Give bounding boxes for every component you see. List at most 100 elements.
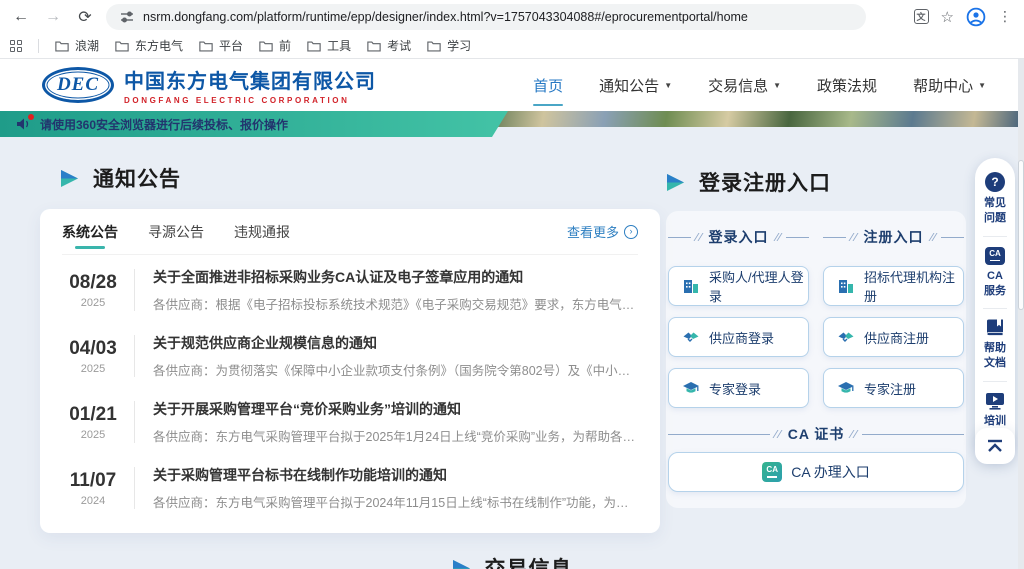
announcement-ticker: 请使用360安全浏览器进行后续投标、报价操作 bbox=[0, 111, 508, 137]
bookmark-folder[interactable]: 前 bbox=[259, 37, 291, 54]
section-arrow-icon bbox=[666, 173, 685, 192]
button-label: 专家注册 bbox=[864, 379, 916, 398]
supplier-login-button[interactable]: 供应商登录 bbox=[668, 317, 809, 357]
ca-apply-button[interactable]: CA CA 办理入口 bbox=[668, 452, 964, 492]
ca-card-icon: CA bbox=[762, 462, 782, 482]
notice-date-year: 2025 bbox=[62, 297, 124, 309]
nav-item-notices[interactable]: 通知公告▼ bbox=[599, 69, 672, 102]
trade-section: 交易信息 bbox=[0, 553, 1024, 569]
site-header: DEC 中国东方电气集团有限公司 DONGFANG ELECTRIC CORPO… bbox=[0, 59, 1024, 111]
profile-avatar-icon[interactable] bbox=[966, 7, 986, 27]
divider bbox=[134, 269, 135, 311]
register-column: 注册入口 招标代理机构注册 bbox=[823, 223, 964, 408]
forward-icon[interactable]: → bbox=[42, 8, 64, 26]
button-label: 采购人/代理人登录 bbox=[709, 267, 808, 305]
notice-title[interactable]: 关于开展采购管理平台“竞价采购业务”培训的通知 bbox=[153, 399, 638, 419]
nav-item-trade-info[interactable]: 交易信息▼ bbox=[708, 69, 781, 102]
section-arrow-icon bbox=[60, 169, 79, 188]
buyer-agent-login-button[interactable]: 采购人/代理人登录 bbox=[668, 266, 809, 306]
building-icon bbox=[837, 277, 855, 295]
notice-desc: 各供应商：为贯彻落实《保障中小企业款项支付条例》（国务院令第802号）及《中小企… bbox=[153, 360, 638, 379]
divider bbox=[983, 381, 1007, 382]
bidding-agency-register-button[interactable]: 招标代理机构注册 bbox=[823, 266, 964, 306]
tab-violation-reports[interactable]: 违规通报 bbox=[234, 209, 290, 255]
folder-icon bbox=[259, 40, 273, 52]
login-header-label: 登录入口 bbox=[707, 227, 771, 247]
notice-date-year: 2024 bbox=[62, 495, 124, 507]
bookmark-folder[interactable]: 东方电气 bbox=[115, 37, 183, 54]
button-label: 供应商登录 bbox=[709, 328, 774, 347]
circle-chevron-right-icon: › bbox=[624, 225, 638, 239]
quickbar-item-ca-service[interactable]: CA CA服务 bbox=[984, 245, 1006, 301]
chevron-up-bar-icon bbox=[986, 439, 1004, 453]
bookmark-folder[interactable]: 工具 bbox=[307, 37, 351, 54]
quickbar-label: CA bbox=[987, 270, 1003, 282]
quickbar-item-faq[interactable]: ? 常见问题 bbox=[984, 170, 1006, 228]
bookmark-label: 前 bbox=[279, 37, 291, 54]
notice-desc: 各供应商：东方电气采购管理平台拟于2024年11月15日上线“标书在线制作”功能… bbox=[153, 492, 638, 511]
register-header-label: 注册入口 bbox=[862, 227, 926, 247]
browser-toolbar: ← → ⟳ nsrm.dongfang.com/platform/runtime… bbox=[0, 0, 1024, 33]
bookmark-folder[interactable]: 考试 bbox=[367, 37, 411, 54]
ca-group-header: CA 证书 bbox=[668, 424, 964, 444]
entry-panel: 登录入口 采购人/代理人登录 bbox=[666, 211, 966, 508]
tab-sourcing-notices[interactable]: 寻源公告 bbox=[148, 209, 204, 255]
login-column: 登录入口 采购人/代理人登录 bbox=[668, 223, 809, 408]
reload-icon[interactable]: ⟳ bbox=[74, 7, 96, 27]
nav-item-home[interactable]: 首页 bbox=[533, 69, 563, 102]
tab-system-notices[interactable]: 系统公告 bbox=[62, 209, 118, 255]
scrollbar-thumb[interactable] bbox=[1018, 160, 1024, 310]
notice-list-item[interactable]: 01/21 2025 关于开展采购管理平台“竞价采购业务”培训的通知 各供应商：… bbox=[62, 387, 638, 453]
translate-icon[interactable]: 文 bbox=[914, 9, 929, 24]
quickbar-label: 帮助 bbox=[984, 342, 1006, 354]
notice-date: 08/28 2025 bbox=[62, 272, 124, 309]
browser-menu-icon[interactable]: ⋮ bbox=[998, 8, 1012, 25]
building-icon bbox=[682, 277, 700, 295]
notice-title[interactable]: 关于全面推进非招标采购业务CA认证及电子签章应用的通知 bbox=[153, 267, 638, 287]
scrollbar-track[interactable] bbox=[1018, 59, 1024, 569]
folder-icon bbox=[427, 40, 441, 52]
quickbar-item-help-docs[interactable]: 帮助文档 bbox=[984, 317, 1006, 373]
graduation-cap-icon bbox=[837, 379, 855, 397]
company-name-en: DONGFANG ELECTRIC CORPORATION bbox=[124, 96, 376, 105]
view-more-label: 查看更多 bbox=[567, 222, 619, 241]
browser-chrome: ← → ⟳ nsrm.dongfang.com/platform/runtime… bbox=[0, 0, 1024, 59]
nav-item-help-center[interactable]: 帮助中心▼ bbox=[913, 69, 986, 102]
apps-grid-icon[interactable] bbox=[10, 40, 22, 52]
button-label: 供应商注册 bbox=[864, 328, 929, 347]
divider bbox=[983, 308, 1007, 309]
bookmark-folder[interactable]: 浪潮 bbox=[55, 37, 99, 54]
button-label: CA 办理入口 bbox=[791, 462, 870, 482]
question-icon: ? bbox=[985, 172, 1005, 192]
nav-item-policies[interactable]: 政策法规 bbox=[817, 69, 877, 102]
folder-icon bbox=[367, 40, 381, 52]
address-bar[interactable]: nsrm.dongfang.com/platform/runtime/epp/d… bbox=[106, 4, 866, 30]
ca-icon-text: CA bbox=[766, 466, 778, 474]
bookmark-label: 平台 bbox=[219, 37, 243, 54]
notice-list-item[interactable]: 08/28 2025 关于全面推进非招标采购业务CA认证及电子签章应用的通知 各… bbox=[62, 255, 638, 321]
folder-icon bbox=[55, 40, 69, 52]
company-logo[interactable]: DEC 中国东方电气集团有限公司 DONGFANG ELECTRIC CORPO… bbox=[42, 65, 376, 105]
url-text[interactable]: nsrm.dongfang.com/platform/runtime/epp/d… bbox=[143, 10, 748, 24]
company-name-cn: 中国东方电气集团有限公司 bbox=[124, 65, 376, 94]
ticker-text: 请使用360安全浏览器进行后续投标、报价操作 bbox=[40, 116, 288, 133]
back-to-top-button[interactable] bbox=[975, 428, 1015, 464]
notice-list-item[interactable]: 11/07 2024 关于采购管理平台标书在线制作功能培训的通知 各供应商：东方… bbox=[62, 453, 638, 519]
bookmark-folder[interactable]: 学习 bbox=[427, 37, 471, 54]
notice-section: 通知公告 系统公告 寻源公告 违规通报 查看更多 › 08/28 2025 关 bbox=[40, 137, 660, 533]
entry-section: 登录注册入口 登录入口 bbox=[666, 137, 966, 533]
bookmark-star-icon[interactable]: ☆ bbox=[941, 8, 954, 26]
site-settings-icon[interactable] bbox=[120, 10, 134, 24]
supplier-register-button[interactable]: 供应商注册 bbox=[823, 317, 964, 357]
bookmark-folder[interactable]: 平台 bbox=[199, 37, 243, 54]
button-label: 招标代理机构注册 bbox=[864, 267, 963, 305]
training-video-icon bbox=[985, 392, 1005, 410]
back-icon[interactable]: ← bbox=[10, 8, 32, 26]
speaker-icon bbox=[16, 117, 32, 131]
expert-login-button[interactable]: 专家登录 bbox=[668, 368, 809, 408]
view-more-link[interactable]: 查看更多 › bbox=[567, 222, 638, 241]
notice-list-item[interactable]: 04/03 2025 关于规范供应商企业规模信息的通知 各供应商：为贯彻落实《保… bbox=[62, 321, 638, 387]
notice-title[interactable]: 关于规范供应商企业规模信息的通知 bbox=[153, 333, 638, 353]
expert-register-button[interactable]: 专家注册 bbox=[823, 368, 964, 408]
notice-title[interactable]: 关于采购管理平台标书在线制作功能培训的通知 bbox=[153, 465, 638, 485]
